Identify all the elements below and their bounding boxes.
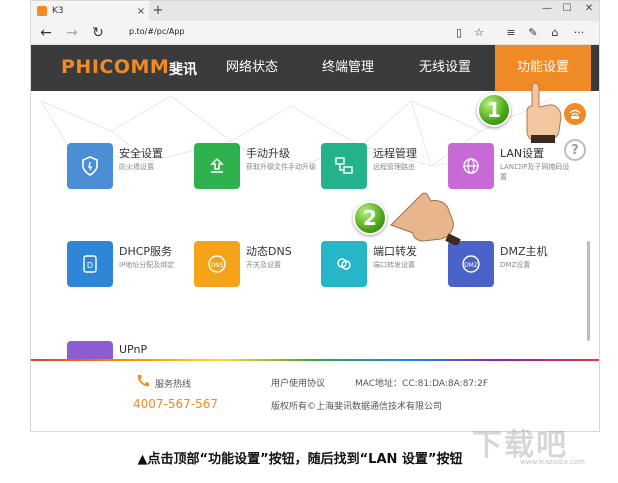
card-dhcp-service[interactable]: D DHCP服务 IP地址分配及绑定 xyxy=(67,241,187,291)
card-title: 手动升级 xyxy=(246,147,290,160)
card-title: 安全设置 xyxy=(119,147,163,160)
watermark-url: www.xiazaiba.com xyxy=(520,458,585,466)
address-bar: ← → ↻ p.to/#/pc/App ▯ ☆ ≡ ✎ ⌂ ··· xyxy=(31,21,599,45)
card-title: UPnP xyxy=(119,343,148,356)
nav-wireless-settings[interactable]: 无线设置 xyxy=(399,45,491,91)
mac-address: MAC地址：CC:81:DA:8A:87:2F xyxy=(355,379,489,389)
card-description: IP地址分配及绑定 xyxy=(119,261,175,269)
port-icon xyxy=(321,241,367,287)
card-title: DMZ主机 xyxy=(500,245,548,258)
svg-text:DMZ: DMZ xyxy=(464,262,478,269)
forward-button[interactable]: → xyxy=(63,24,81,42)
card-dmz-host[interactable]: DMZ DMZ主机 DMZ设置 xyxy=(448,241,568,291)
maximize-button[interactable]: ☐ xyxy=(557,3,577,14)
tab-close-icon[interactable]: × xyxy=(133,6,149,17)
card-title: 动态DNS xyxy=(246,245,292,258)
card-dynamic-dns[interactable]: DNS 动态DNS 开关及设置 xyxy=(194,241,314,291)
more-icon[interactable]: ··· xyxy=(571,25,587,41)
card-manual-upgrade[interactable]: 手动升级 获取升级文件手动升级 xyxy=(194,143,316,193)
user-agreement-link[interactable]: 用户使用协议 xyxy=(271,376,325,389)
card-title: LAN设置 xyxy=(500,147,545,160)
browser-window: K3 × + — ☐ ✕ ← → ↻ p.to/#/pc/App ▯ ☆ ≡ ✎… xyxy=(30,0,600,432)
copyright: 版权所有©上海斐讯数据通信技术有限公司 xyxy=(271,402,443,412)
card-title: DHCP服务 xyxy=(119,245,173,258)
dns-icon: DNS xyxy=(194,241,240,287)
card-description: 开关及设置 xyxy=(246,261,281,269)
close-window-button[interactable]: ✕ xyxy=(579,3,599,14)
favorite-star-icon[interactable]: ☆ xyxy=(471,25,487,41)
browser-tab[interactable]: K3 × xyxy=(31,1,149,21)
reading-view-icon[interactable]: ▯ xyxy=(451,25,467,41)
remote-icon xyxy=(321,143,367,189)
svg-text:D: D xyxy=(87,261,93,270)
pointing-hand-1-icon xyxy=(526,82,562,143)
hub-icon[interactable]: ≡ xyxy=(503,25,519,41)
card-lan-settings[interactable]: LAN设置 LAN口IP及子网掩码设置 xyxy=(448,143,569,193)
nav-network-status[interactable]: 网络状态 xyxy=(207,45,297,91)
phone-icon xyxy=(137,375,149,387)
hotline-number: 4007-567-567 xyxy=(133,397,219,411)
scrollbar[interactable] xyxy=(587,241,590,341)
nav-device-management[interactable]: 终端管理 xyxy=(303,45,393,91)
router-status-icon[interactable] xyxy=(564,103,586,125)
tab-title: K3 xyxy=(52,6,64,16)
help-icon[interactable]: ? xyxy=(564,139,586,161)
card-description: 获取升级文件手动升级 xyxy=(246,163,316,171)
phicomm-logo: PHICOMM xyxy=(61,56,170,78)
url-field[interactable]: p.to/#/pc/App xyxy=(129,27,185,36)
hotline-label: 服务热线 xyxy=(155,380,192,390)
share-icon[interactable]: ⌂ xyxy=(547,25,563,41)
step-1-badge: 1 xyxy=(477,93,511,127)
card-title: 端口转发 xyxy=(373,245,417,258)
card-description: DMZ设置 xyxy=(500,261,531,269)
step-2-badge: 2 xyxy=(353,201,387,235)
dmz-icon: DMZ xyxy=(448,241,494,287)
pointing-hand-2-icon xyxy=(390,192,461,245)
new-tab-button[interactable]: + xyxy=(149,2,167,20)
minimize-button[interactable]: — xyxy=(537,3,557,14)
network-background-decoration xyxy=(40,95,552,172)
card-port-forwarding[interactable]: 端口转发 端口转发设置 xyxy=(321,241,441,291)
card-description: 端口转发设置 xyxy=(373,261,415,269)
site-favicon-icon xyxy=(37,6,47,16)
dhcp-icon: D xyxy=(67,241,113,287)
function-panel: 安全设置 防火墙设置 手动升级 获取升级文件手动升级 远程管理 远程管理路由 L… xyxy=(31,91,599,387)
upload-icon xyxy=(194,143,240,189)
site-navigation: PHICOMM 斐讯 网络状态 终端管理 无线设置 功能设置 xyxy=(31,45,599,91)
card-description: 防火墙设置 xyxy=(119,163,154,171)
card-title: 远程管理 xyxy=(373,147,417,160)
tab-bar: K3 × + — ☐ ✕ xyxy=(31,1,599,21)
card-description: 远程管理路由 xyxy=(373,163,415,171)
back-button[interactable]: ← xyxy=(37,24,55,42)
svg-text:DNS: DNS xyxy=(211,262,224,269)
card-security-settings[interactable]: 安全设置 防火墙设置 xyxy=(67,143,187,193)
card-description: LAN口IP及子网掩码设置 xyxy=(500,163,570,181)
refresh-button[interactable]: ↻ xyxy=(89,24,107,42)
phicomm-logo-cn: 斐讯 xyxy=(169,62,197,78)
web-note-icon[interactable]: ✎ xyxy=(525,25,541,41)
shield-icon xyxy=(67,143,113,189)
